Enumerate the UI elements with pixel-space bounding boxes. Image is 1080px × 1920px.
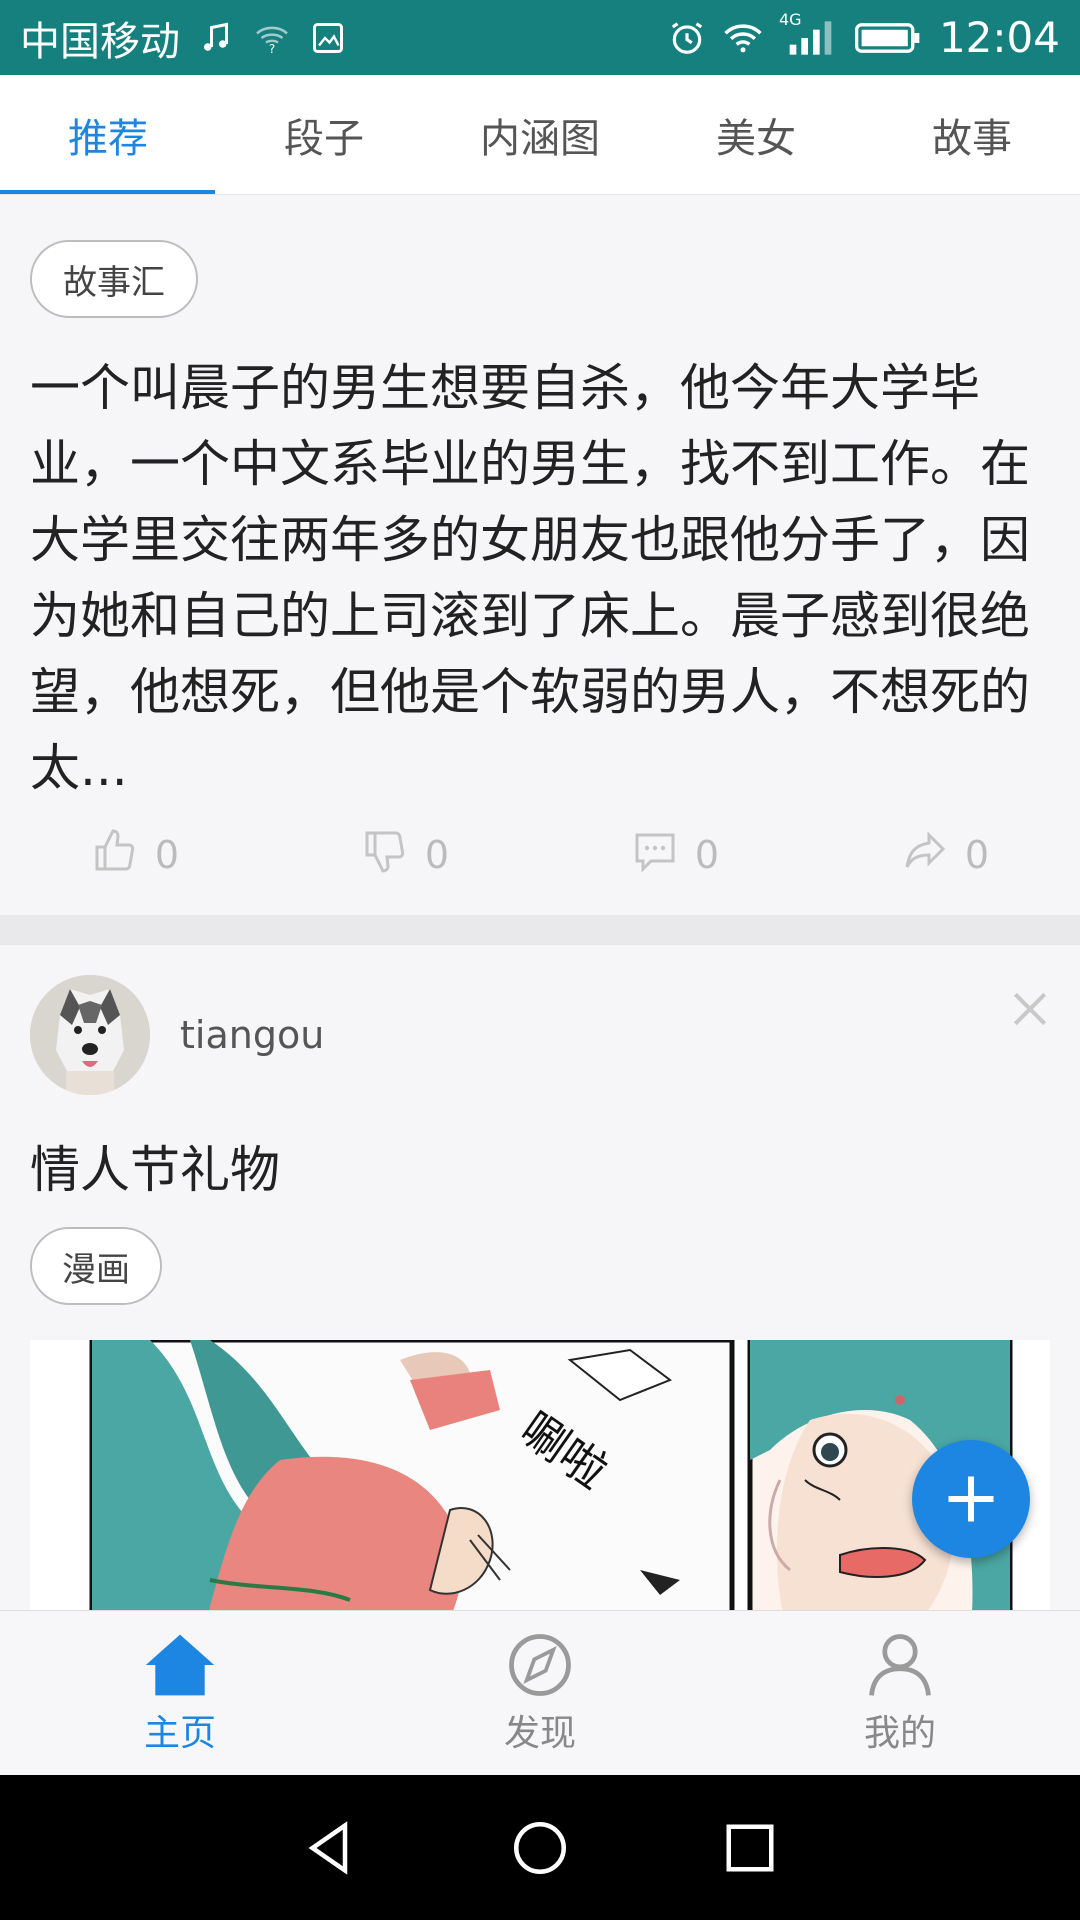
feed-divider — [0, 915, 1080, 945]
status-bar: 中国移动 ? 4G 12:04 — [0, 0, 1080, 75]
plus-icon — [948, 1476, 994, 1522]
home-icon — [145, 1634, 215, 1696]
close-icon[interactable] — [1008, 987, 1052, 1031]
tab-beauty[interactable]: 美女 — [648, 75, 864, 194]
post-text[interactable]: 一个叫晨子的男生想要自杀，他今年大学毕业，一个中文系毕业的男生，找不到工作。在大… — [30, 350, 1040, 806]
thumbs-down-icon — [361, 827, 409, 884]
username[interactable]: tiangou — [180, 1013, 324, 1057]
music-note-icon — [196, 18, 236, 58]
nav-home-label: 主页 — [143, 1713, 216, 1754]
feed-item[interactable]: 故事汇 一个叫晨子的男生想要自杀，他今年大学毕业，一个中文系毕业的男生，找不到工… — [0, 195, 1080, 915]
signal-4g-icon: 4G — [779, 10, 837, 58]
share-count: 0 — [964, 833, 990, 877]
nav-discover[interactable]: 发现 — [360, 1611, 720, 1775]
svg-text:?: ? — [269, 42, 275, 56]
like-count: 0 — [154, 833, 180, 877]
comment-icon — [631, 827, 679, 884]
carrier-label: 中国移动 — [20, 18, 180, 65]
image-notification-icon — [308, 18, 348, 58]
category-tag[interactable]: 故事汇 — [30, 240, 198, 318]
post-title[interactable]: 情人节礼物 — [30, 1130, 280, 1202]
comment-button[interactable]: 0 — [540, 820, 810, 890]
share-button[interactable]: 0 — [810, 820, 1080, 890]
nav-discover-label: 发现 — [503, 1713, 576, 1754]
compass-icon — [509, 1634, 571, 1696]
comment-count: 0 — [694, 833, 720, 877]
comic-image[interactable]: 唰啦 — [30, 1340, 1050, 1610]
feed-list[interactable]: 故事汇 一个叫晨子的男生想要自杀，他今年大学毕业，一个中文系毕业的男生，找不到工… — [0, 195, 1080, 1610]
bottom-nav: 主页 发现 我的 — [0, 1610, 1080, 1775]
wifi-icon — [723, 18, 763, 58]
dislike-button[interactable]: 0 — [270, 820, 540, 890]
tab-memes[interactable]: 内涵图 — [432, 75, 648, 194]
person-icon — [869, 1634, 931, 1696]
recents-square-icon[interactable] — [720, 1818, 780, 1878]
dislike-count: 0 — [424, 833, 450, 877]
share-arrow-icon — [901, 827, 949, 884]
battery-icon — [853, 18, 923, 58]
alarm-icon — [667, 18, 707, 58]
back-triangle-icon[interactable] — [300, 1818, 360, 1878]
add-post-button[interactable] — [912, 1440, 1030, 1558]
nav-me-label: 我的 — [863, 1713, 936, 1754]
active-tab-indicator — [0, 190, 215, 194]
thumbs-up-icon — [91, 827, 139, 884]
wifi-question-icon: ? — [252, 18, 292, 58]
tab-recommend[interactable]: 推荐 — [0, 75, 216, 194]
post-actions: 0 0 0 0 — [0, 820, 1080, 890]
nav-home[interactable]: 主页 — [0, 1611, 360, 1775]
category-tabs: 推荐 段子 内涵图 美女 故事 — [0, 75, 1080, 195]
avatar[interactable] — [30, 975, 150, 1095]
category-tag[interactable]: 漫画 — [30, 1227, 162, 1305]
clock: 12:04 — [938, 13, 1060, 62]
like-button[interactable]: 0 — [0, 820, 270, 890]
home-circle-icon[interactable] — [510, 1818, 570, 1878]
network-type-label: 4G — [778, 9, 802, 29]
tab-stories[interactable]: 故事 — [864, 75, 1080, 194]
nav-me[interactable]: 我的 — [720, 1611, 1080, 1775]
system-nav-bar — [0, 1775, 1080, 1920]
tab-jokes[interactable]: 段子 — [216, 75, 432, 194]
